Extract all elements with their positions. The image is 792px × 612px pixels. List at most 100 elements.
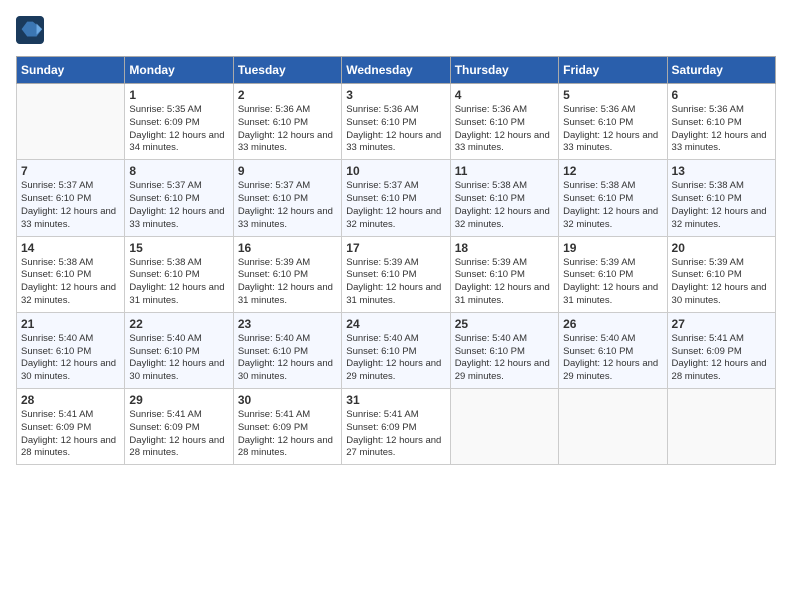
day-info: Sunrise: 5:40 AM Sunset: 6:10 PM Dayligh…	[346, 333, 445, 384]
day-info: Sunrise: 5:38 AM Sunset: 6:10 PM Dayligh…	[672, 180, 771, 231]
day-number: 9	[238, 164, 337, 178]
calendar-cell: 20 Sunrise: 5:39 AM Sunset: 6:10 PM Dayli…	[667, 236, 775, 312]
calendar-cell: 31 Sunrise: 5:41 AM Sunset: 6:09 PM Dayli…	[342, 389, 450, 465]
day-number: 29	[129, 393, 228, 407]
day-number: 20	[672, 241, 771, 255]
calendar-cell: 29Sunrise: 5:41 AM Sunset: 6:09 PM Dayli…	[125, 389, 233, 465]
day-info: Sunrise: 5:39 AM Sunset: 6:10 PM Dayligh…	[238, 257, 337, 308]
weekday-header: Tuesday	[233, 57, 341, 84]
day-number: 15	[129, 241, 228, 255]
day-number: 5	[563, 88, 662, 102]
day-info: Sunrise: 5:36 AM Sunset: 6:10 PM Dayligh…	[455, 104, 554, 155]
day-info: Sunrise: 5:38 AM Sunset: 6:10 PM Dayligh…	[21, 257, 120, 308]
day-info: Sunrise: 5:40 AM Sunset: 6:10 PM Dayligh…	[238, 333, 337, 384]
day-info: Sunrise: 5:39 AM Sunset: 6:10 PM Dayligh…	[563, 257, 662, 308]
calendar-week-row: 14 Sunrise: 5:38 AM Sunset: 6:10 PM Dayli…	[17, 236, 776, 312]
day-number: 30	[238, 393, 337, 407]
calendar-cell: 26 Sunrise: 5:40 AM Sunset: 6:10 PM Dayli…	[559, 312, 667, 388]
day-info: Sunrise: 5:39 AM Sunset: 6:10 PM Dayligh…	[455, 257, 554, 308]
calendar-cell	[450, 389, 558, 465]
calendar-cell: 5 Sunrise: 5:36 AM Sunset: 6:10 PM Daylig…	[559, 84, 667, 160]
weekday-header: Saturday	[667, 57, 775, 84]
day-number: 14	[21, 241, 120, 255]
weekday-header: Friday	[559, 57, 667, 84]
day-number: 7	[21, 164, 120, 178]
day-info: Sunrise: 5:39 AM Sunset: 6:10 PM Dayligh…	[672, 257, 771, 308]
day-number: 12	[563, 164, 662, 178]
day-number: 28	[21, 393, 120, 407]
day-info: Sunrise: 5:37 AM Sunset: 6:10 PM Dayligh…	[238, 180, 337, 231]
day-info: Sunrise: 5:41 AM Sunset: 6:09 PM Dayligh…	[346, 409, 445, 460]
calendar-cell: 25Sunrise: 5:40 AM Sunset: 6:10 PM Dayli…	[450, 312, 558, 388]
day-number: 31	[346, 393, 445, 407]
day-number: 11	[455, 164, 554, 178]
day-info: Sunrise: 5:41 AM Sunset: 6:09 PM Dayligh…	[672, 333, 771, 384]
calendar-cell: 10 Sunrise: 5:37 AM Sunset: 6:10 PM Dayli…	[342, 160, 450, 236]
day-info: Sunrise: 5:41 AM Sunset: 6:09 PM Dayligh…	[238, 409, 337, 460]
day-info: Sunrise: 5:40 AM Sunset: 6:10 PM Dayligh…	[21, 333, 120, 384]
calendar-cell: 17 Sunrise: 5:39 AM Sunset: 6:10 PM Dayli…	[342, 236, 450, 312]
calendar-cell: 30 Sunrise: 5:41 AM Sunset: 6:09 PM Dayli…	[233, 389, 341, 465]
calendar-table: SundayMondayTuesdayWednesdayThursdayFrid…	[16, 56, 776, 465]
calendar-week-row: 28 Sunrise: 5:41 AM Sunset: 6:09 PM Dayli…	[17, 389, 776, 465]
calendar-cell: 2 Sunrise: 5:36 AM Sunset: 6:10 PM Daylig…	[233, 84, 341, 160]
day-info: Sunrise: 5:40 AM Sunset: 6:10 PM Dayligh…	[563, 333, 662, 384]
calendar-cell: 6Sunrise: 5:36 AM Sunset: 6:10 PM Daylig…	[667, 84, 775, 160]
day-number: 16	[238, 241, 337, 255]
day-info: Sunrise: 5:40 AM Sunset: 6:10 PM Dayligh…	[129, 333, 228, 384]
calendar-cell	[559, 389, 667, 465]
weekday-header: Monday	[125, 57, 233, 84]
calendar-cell: 27 Sunrise: 5:41 AM Sunset: 6:09 PM Dayli…	[667, 312, 775, 388]
day-number: 22	[129, 317, 228, 331]
calendar-cell: 22 Sunrise: 5:40 AM Sunset: 6:10 PM Dayli…	[125, 312, 233, 388]
calendar-cell: 18 Sunrise: 5:39 AM Sunset: 6:10 PM Dayli…	[450, 236, 558, 312]
weekday-header: Thursday	[450, 57, 558, 84]
calendar-cell: 16 Sunrise: 5:39 AM Sunset: 6:10 PM Dayli…	[233, 236, 341, 312]
day-number: 10	[346, 164, 445, 178]
calendar-cell: 9 Sunrise: 5:37 AM Sunset: 6:10 PM Daylig…	[233, 160, 341, 236]
calendar-week-row: 21 Sunrise: 5:40 AM Sunset: 6:10 PM Dayli…	[17, 312, 776, 388]
logo	[16, 16, 46, 44]
calendar-cell: 4 Sunrise: 5:36 AM Sunset: 6:10 PM Daylig…	[450, 84, 558, 160]
weekday-header: Wednesday	[342, 57, 450, 84]
day-info: Sunrise: 5:39 AM Sunset: 6:10 PM Dayligh…	[346, 257, 445, 308]
calendar-cell: 19 Sunrise: 5:39 AM Sunset: 6:10 PM Dayli…	[559, 236, 667, 312]
day-number: 17	[346, 241, 445, 255]
day-number: 26	[563, 317, 662, 331]
day-info: Sunrise: 5:38 AM Sunset: 6:10 PM Dayligh…	[455, 180, 554, 231]
calendar-header: SundayMondayTuesdayWednesdayThursdayFrid…	[17, 57, 776, 84]
day-number: 21	[21, 317, 120, 331]
day-number: 2	[238, 88, 337, 102]
day-number: 24	[346, 317, 445, 331]
calendar-cell: 21 Sunrise: 5:40 AM Sunset: 6:10 PM Dayli…	[17, 312, 125, 388]
calendar-body: 1Sunrise: 5:35 AM Sunset: 6:09 PM Daylig…	[17, 84, 776, 465]
day-info: Sunrise: 5:37 AM Sunset: 6:10 PM Dayligh…	[21, 180, 120, 231]
day-number: 8	[129, 164, 228, 178]
day-number: 25	[455, 317, 554, 331]
day-info: Sunrise: 5:41 AM Sunset: 6:09 PM Dayligh…	[21, 409, 120, 460]
day-info: Sunrise: 5:36 AM Sunset: 6:10 PM Dayligh…	[346, 104, 445, 155]
calendar-cell: 14 Sunrise: 5:38 AM Sunset: 6:10 PM Dayli…	[17, 236, 125, 312]
calendar-cell	[667, 389, 775, 465]
day-info: Sunrise: 5:36 AM Sunset: 6:10 PM Dayligh…	[238, 104, 337, 155]
calendar-cell: 15Sunrise: 5:38 AM Sunset: 6:10 PM Dayli…	[125, 236, 233, 312]
calendar-cell: 11 Sunrise: 5:38 AM Sunset: 6:10 PM Dayli…	[450, 160, 558, 236]
day-number: 23	[238, 317, 337, 331]
calendar-week-row: 7 Sunrise: 5:37 AM Sunset: 6:10 PM Daylig…	[17, 160, 776, 236]
day-number: 27	[672, 317, 771, 331]
calendar-week-row: 1Sunrise: 5:35 AM Sunset: 6:09 PM Daylig…	[17, 84, 776, 160]
calendar-cell: 8Sunrise: 5:37 AM Sunset: 6:10 PM Daylig…	[125, 160, 233, 236]
calendar-cell: 1Sunrise: 5:35 AM Sunset: 6:09 PM Daylig…	[125, 84, 233, 160]
calendar-cell: 13Sunrise: 5:38 AM Sunset: 6:10 PM Dayli…	[667, 160, 775, 236]
calendar-cell	[17, 84, 125, 160]
day-info: Sunrise: 5:37 AM Sunset: 6:10 PM Dayligh…	[346, 180, 445, 231]
day-number: 4	[455, 88, 554, 102]
day-info: Sunrise: 5:38 AM Sunset: 6:10 PM Dayligh…	[563, 180, 662, 231]
day-number: 18	[455, 241, 554, 255]
calendar-cell: 28 Sunrise: 5:41 AM Sunset: 6:09 PM Dayli…	[17, 389, 125, 465]
day-number: 3	[346, 88, 445, 102]
day-info: Sunrise: 5:36 AM Sunset: 6:10 PM Dayligh…	[563, 104, 662, 155]
day-number: 19	[563, 241, 662, 255]
calendar-cell: 7 Sunrise: 5:37 AM Sunset: 6:10 PM Daylig…	[17, 160, 125, 236]
calendar-cell: 12 Sunrise: 5:38 AM Sunset: 6:10 PM Dayli…	[559, 160, 667, 236]
